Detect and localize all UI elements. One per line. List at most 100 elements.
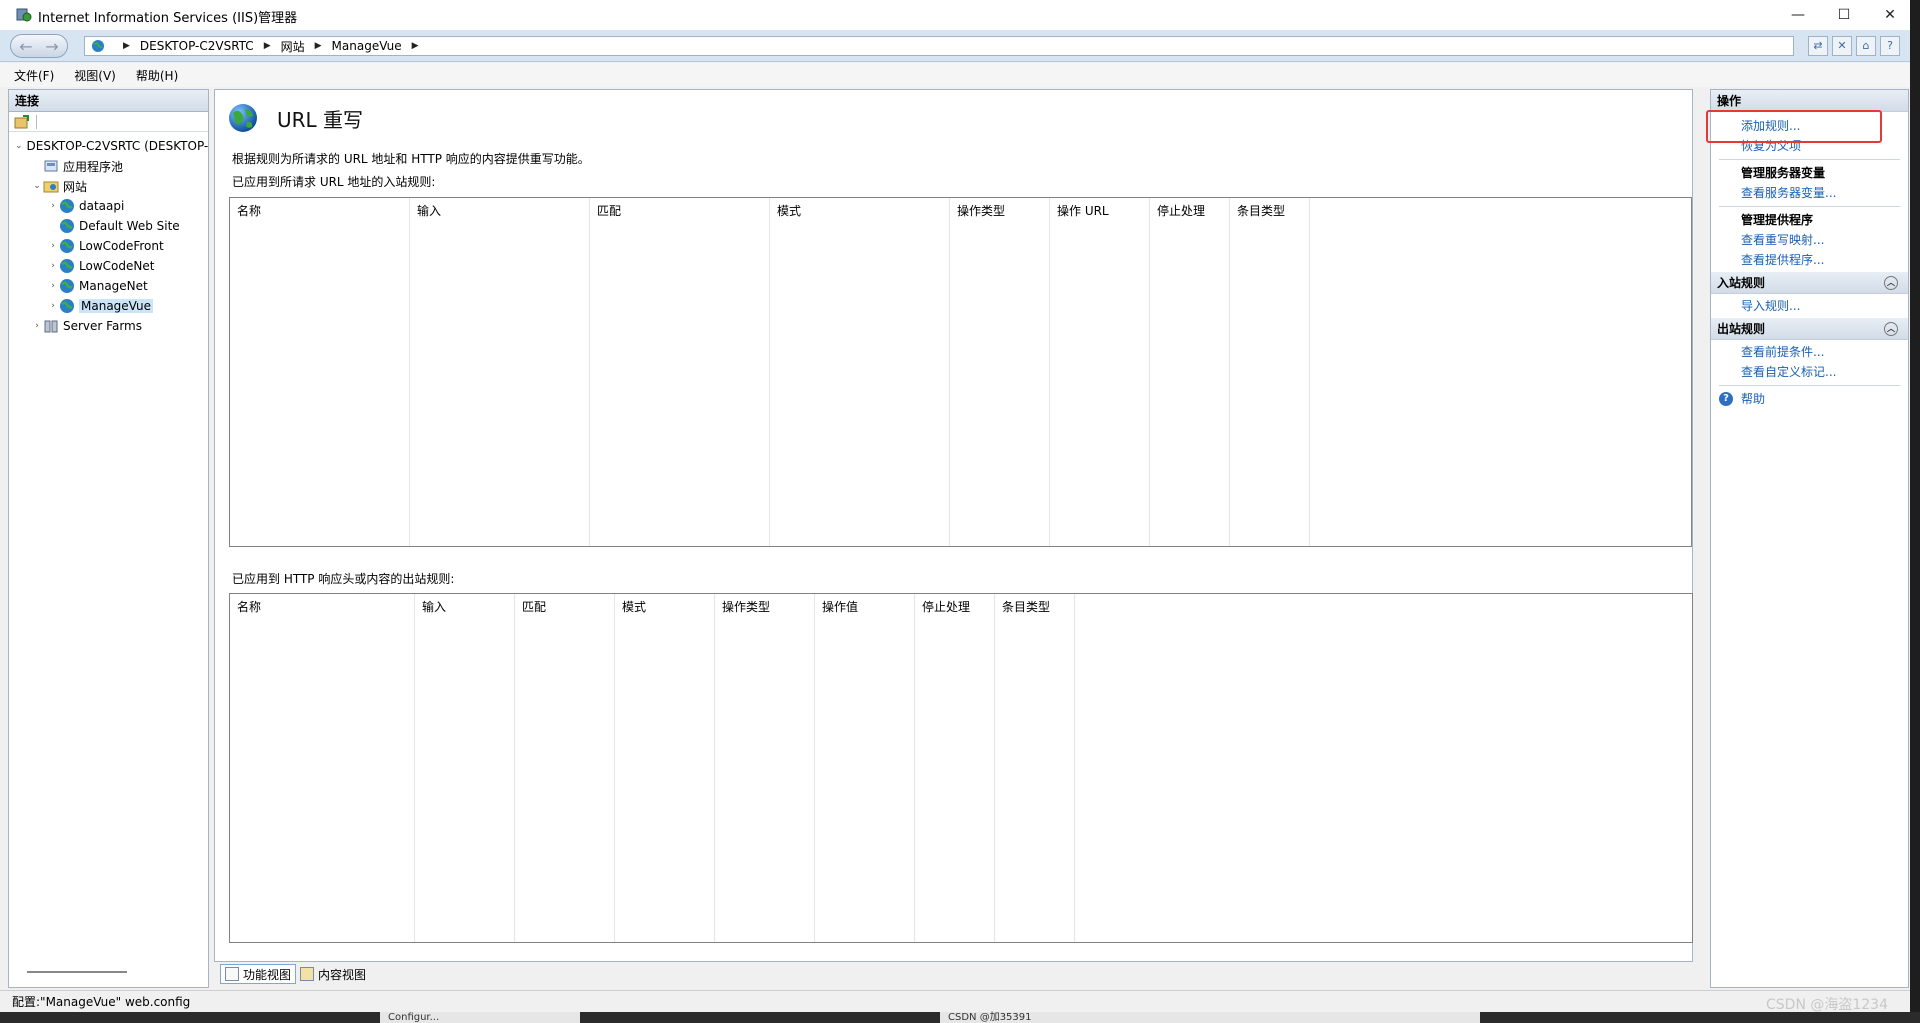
- outbound-rules-section: 出站规则 ︿: [1711, 318, 1908, 340]
- help-link[interactable]: ? 帮助: [1711, 389, 1908, 409]
- address-row: ← → ▶ DESKTOP-C2VSRTC ▶ 网站 ▶ ManageVue ▶…: [0, 30, 1910, 62]
- tree-node[interactable]: 应用程序池: [9, 156, 208, 176]
- manage-providers-label: 管理提供程序: [1741, 213, 1814, 227]
- breadcrumb-sites[interactable]: 网站: [281, 38, 305, 55]
- help-label: 帮助: [1741, 392, 1766, 406]
- home-icon[interactable]: ⌂: [1856, 36, 1876, 56]
- manage-server-variables-label: 管理服务器变量: [1741, 166, 1826, 180]
- actions-divider: [1719, 206, 1900, 207]
- inbound-rules-grid[interactable]: 名称 输入 匹配 模式 操作类型 操作 URL 停止处理 条目类型: [229, 197, 1692, 547]
- tree-node[interactable]: › ManageNet: [9, 276, 208, 296]
- view-preconditions-link[interactable]: 查看前提条件...: [1711, 342, 1908, 362]
- background-window-2: CSDN @加35391: [940, 1012, 1480, 1023]
- column-header[interactable]: 操作类型: [722, 598, 770, 615]
- minimize-button[interactable]: —: [1775, 0, 1821, 30]
- view-providers-link[interactable]: 查看提供程序...: [1711, 250, 1908, 270]
- window-title: Internet Information Services (IIS)管理器: [38, 11, 298, 26]
- outbound-rules-grid[interactable]: 名称 输入 匹配 模式 操作类型 操作值 停止处理 条目类型: [229, 593, 1693, 943]
- expand-chevron-icon[interactable]: ›: [47, 261, 59, 271]
- view-custom-tags-link[interactable]: 查看自定义标记...: [1711, 362, 1908, 382]
- horizontal-scrollbar[interactable]: [27, 971, 127, 973]
- menu-help[interactable]: 帮助(H): [136, 67, 178, 84]
- collapse-chevron-icon[interactable]: ︿: [1884, 276, 1898, 290]
- expand-chevron-icon[interactable]: ›: [47, 301, 59, 311]
- stop-icon[interactable]: ✕: [1832, 36, 1852, 56]
- maximize-button[interactable]: ☐: [1821, 0, 1867, 30]
- column-header[interactable]: 停止处理: [922, 598, 970, 615]
- view-rewrite-maps-link[interactable]: 查看重写映射...: [1711, 230, 1908, 250]
- expand-chevron-icon[interactable]: ›: [47, 281, 59, 291]
- column-header[interactable]: 名称: [237, 202, 261, 219]
- page-description: 根据规则为所请求的 URL 地址和 HTTP 响应的内容提供重写功能。: [232, 152, 590, 166]
- tab-content-view-label: 内容视图: [318, 967, 367, 982]
- grid-column: [230, 594, 415, 942]
- import-rules-link[interactable]: 导入规则...: [1711, 296, 1908, 316]
- grid-column: [915, 594, 995, 942]
- tree-node[interactable]: Default Web Site: [9, 216, 208, 236]
- create-connection-icon[interactable]: [14, 114, 30, 129]
- column-header[interactable]: 输入: [422, 598, 446, 615]
- breadcrumb-server[interactable]: DESKTOP-C2VSRTC: [140, 39, 254, 53]
- tree-node[interactable]: › dataapi: [9, 196, 208, 216]
- nav-buttons: ← →: [10, 34, 68, 58]
- tab-features-view-label: 功能视图: [243, 967, 292, 982]
- breadcrumb-chevron-icon: ▶: [411, 41, 419, 51]
- breadcrumb: ▶ DESKTOP-C2VSRTC ▶ 网站 ▶ ManageVue ▶: [113, 38, 429, 55]
- column-header[interactable]: 输入: [417, 202, 441, 219]
- tree-node-label: DESKTOP-C2VSRTC (DESKTOP-C2VSRTC\Adminis…: [26, 139, 208, 153]
- tree-node[interactable]: ⌄DESKTOP-C2VSRTC (DESKTOP-C2VSRTC\Admini…: [9, 136, 208, 156]
- column-header[interactable]: 操作 URL: [1057, 202, 1109, 219]
- column-header[interactable]: 模式: [622, 598, 646, 615]
- tree-node-label: LowCodeFront: [79, 239, 164, 253]
- tree-node-label: Default Web Site: [79, 219, 180, 233]
- grid-column: [995, 594, 1075, 942]
- grid-column: [1230, 198, 1310, 546]
- forward-arrow-icon[interactable]: →: [41, 36, 63, 56]
- expand-chevron-icon[interactable]: ⌄: [15, 141, 23, 151]
- collapse-chevron-icon[interactable]: ︿: [1884, 322, 1898, 336]
- tree-node[interactable]: ⌄ 网站: [9, 176, 208, 196]
- expand-chevron-icon[interactable]: ›: [31, 321, 43, 331]
- column-header[interactable]: 条目类型: [1002, 598, 1050, 615]
- grid-column: [515, 594, 615, 942]
- column-header[interactable]: 匹配: [597, 202, 621, 219]
- tab-features-view[interactable]: 功能视图: [220, 964, 297, 984]
- menu-view[interactable]: 视图(V): [74, 67, 116, 84]
- page-title: URL 重写: [277, 107, 364, 132]
- site-globe-icon: [60, 219, 74, 233]
- view-tabs: 功能视图 内容视图: [220, 963, 370, 985]
- actions-divider: [1719, 385, 1900, 386]
- help-icon[interactable]: ?: [1880, 36, 1900, 56]
- tree-node-label: dataapi: [79, 199, 125, 213]
- column-header[interactable]: 停止处理: [1157, 202, 1205, 219]
- tree-node[interactable]: › ManageVue: [9, 296, 208, 316]
- column-header[interactable]: 条目类型: [1237, 202, 1285, 219]
- tree-node[interactable]: › Server Farms: [9, 316, 208, 336]
- connect-icon[interactable]: ⇄: [1808, 36, 1828, 56]
- tree-node-label: 网站: [63, 179, 88, 194]
- connections-toolbar: [9, 112, 208, 132]
- expand-chevron-icon[interactable]: ›: [47, 241, 59, 251]
- column-header[interactable]: 操作值: [822, 598, 858, 615]
- outbound-rules-label: 已应用到 HTTP 响应头或内容的出站规则:: [232, 572, 455, 586]
- expand-chevron-icon[interactable]: ⌄: [31, 181, 43, 191]
- view-server-variables-link[interactable]: 查看服务器变量...: [1711, 183, 1908, 203]
- breadcrumb-site[interactable]: ManageVue: [332, 39, 402, 53]
- inbound-rules-section: 入站规则 ︿: [1711, 272, 1908, 294]
- column-header[interactable]: 操作类型: [957, 202, 1005, 219]
- tab-content-view[interactable]: 内容视图: [296, 964, 370, 984]
- url-rewrite-globe-icon: [229, 104, 257, 132]
- tree-node-label: 应用程序池: [63, 159, 124, 174]
- expand-chevron-icon[interactable]: ›: [47, 201, 59, 211]
- tree-node[interactable]: › LowCodeNet: [9, 256, 208, 276]
- address-bar[interactable]: ▶ DESKTOP-C2VSRTC ▶ 网站 ▶ ManageVue ▶: [84, 36, 1794, 56]
- tree-node[interactable]: › LowCodeFront: [9, 236, 208, 256]
- menu-file[interactable]: 文件(F): [14, 67, 54, 84]
- globe-icon: [92, 40, 104, 52]
- column-header[interactable]: 模式: [777, 202, 801, 219]
- column-header[interactable]: 匹配: [522, 598, 546, 615]
- back-arrow-icon[interactable]: ←: [15, 36, 37, 56]
- column-header[interactable]: 名称: [237, 598, 261, 615]
- close-button[interactable]: ✕: [1867, 0, 1913, 30]
- breadcrumb-chevron-icon: ▶: [263, 41, 271, 51]
